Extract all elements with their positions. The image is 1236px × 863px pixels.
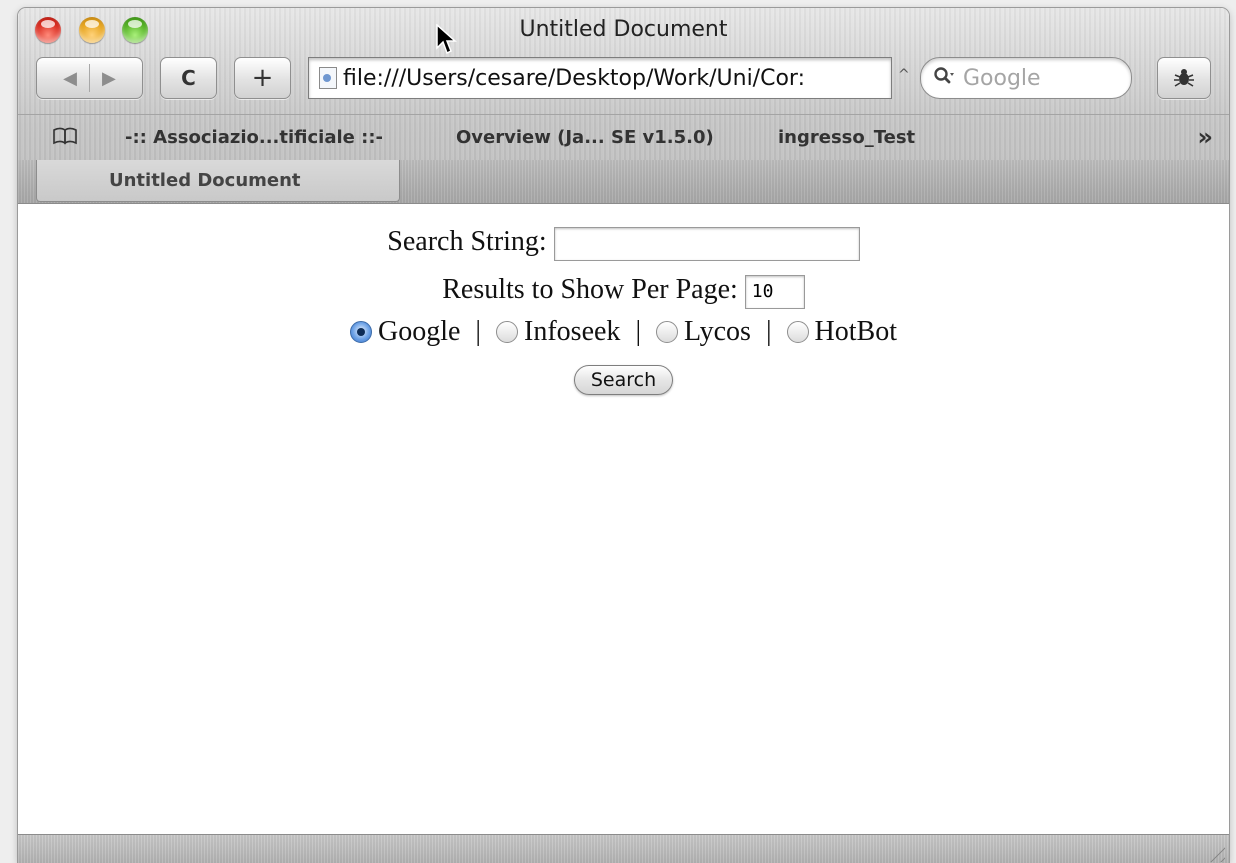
submit-row: Search <box>18 362 1229 395</box>
bookmarks-bar: -:: Associazio...tificiale ::- Overview … <box>18 114 1229 162</box>
results-per-page-input[interactable] <box>744 274 805 309</box>
engine-separator: | <box>635 316 642 347</box>
search-string-label: Search String: <box>387 226 547 257</box>
open-book-glyph <box>53 127 77 145</box>
search-string-input[interactable] <box>553 226 860 261</box>
back-forward-buttons[interactable]: ◀ ▶ <box>36 57 143 99</box>
results-per-page-label: Results to Show Per Page: <box>442 274 738 305</box>
google-search-field[interactable]: Google <box>920 57 1132 99</box>
address-bar[interactable]: file:///Users/cesare/Desktop/Work/Uni/Co… <box>308 57 892 99</box>
reload-button[interactable]: C <box>160 57 217 99</box>
lycos-radio-label[interactable]: Lycos <box>684 316 751 347</box>
engine-separator: | <box>765 316 772 347</box>
tab-untitled-document[interactable]: Untitled Document <box>36 160 400 202</box>
status-bar <box>18 834 1229 863</box>
reload-icon: C <box>181 66 196 90</box>
back-forward-divider <box>89 64 90 92</box>
add-bookmark-button[interactable]: + <box>234 57 291 99</box>
page-document-icon <box>319 67 337 89</box>
hotbot-radio-label[interactable]: HotBot <box>815 316 897 347</box>
title-bar[interactable]: Untitled Document <box>18 8 1229 52</box>
search-engine-radio-group: Google | Infoseek | Lycos | HotBot <box>18 316 1229 348</box>
bookmark-overview-java-se[interactable]: Overview (Ja... SE v1.5.0) <box>456 127 714 148</box>
browser-window: Untitled Document ◀ ▶ C + file:///Users/… <box>18 8 1229 863</box>
toolbar: ◀ ▶ C + file:///Users/cesare/Desktop/Wor… <box>18 52 1229 112</box>
google-radio[interactable] <box>349 320 372 343</box>
report-bug-button[interactable] <box>1157 57 1211 99</box>
arrow-cursor-glyph <box>436 24 457 55</box>
window-title: Untitled Document <box>519 17 728 42</box>
search-string-row: Search String: <box>18 226 1229 261</box>
search-submit-button[interactable]: Search <box>573 365 674 395</box>
resize-grip-icon[interactable] <box>1205 842 1225 862</box>
bookmarks-book-icon[interactable] <box>52 127 78 150</box>
search-placeholder: Google <box>963 65 1041 91</box>
page-content: Search String: Results to Show Per Page:… <box>18 204 1229 834</box>
window-chrome: Untitled Document ◀ ▶ C + file:///Users/… <box>18 8 1229 204</box>
results-per-page-row: Results to Show Per Page: <box>18 274 1229 309</box>
plus-icon: + <box>251 63 274 93</box>
infoseek-radio-label[interactable]: Infoseek <box>524 316 620 347</box>
forward-arrow-icon[interactable]: ▶ <box>102 68 116 89</box>
bookmark-ingresso-test[interactable]: ingresso_Test <box>778 127 915 148</box>
snapback-icon[interactable]: ^ <box>898 67 910 83</box>
engine-separator: | <box>475 316 482 347</box>
magnifier-icon[interactable] <box>933 66 955 91</box>
lycos-radio[interactable] <box>656 320 679 343</box>
magnifier-glyph <box>934 66 954 83</box>
address-url[interactable]: file:///Users/cesare/Desktop/Work/Uni/Co… <box>343 66 805 91</box>
tab-bar: Untitled Document <box>18 160 1229 204</box>
bookmark-associazione[interactable]: -:: Associazio...tificiale ::- <box>125 127 383 148</box>
google-radio-label[interactable]: Google <box>378 316 460 347</box>
more-bookmarks-chevron-icon[interactable]: » <box>1197 123 1213 151</box>
bug-icon <box>1174 69 1194 87</box>
back-arrow-icon[interactable]: ◀ <box>63 68 77 89</box>
infoseek-radio[interactable] <box>496 320 519 343</box>
hotbot-radio[interactable] <box>786 320 809 343</box>
